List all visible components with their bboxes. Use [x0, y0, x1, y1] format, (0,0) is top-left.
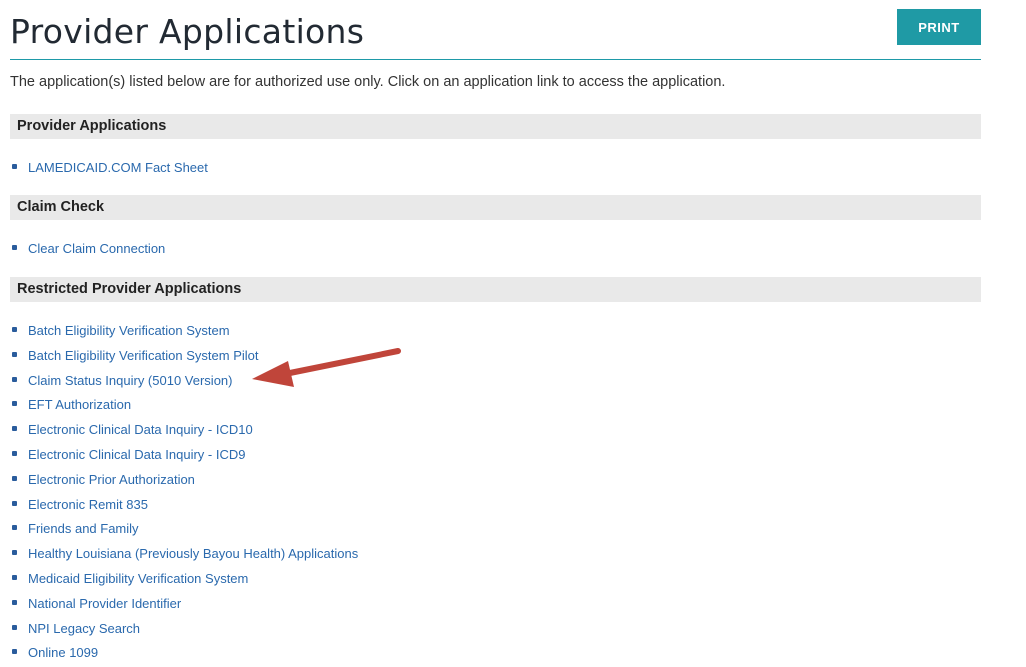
list-item: Electronic Remit 835: [12, 496, 358, 521]
provider-applications-page: Provider Applications PRINT The applicat…: [0, 0, 1026, 667]
clinical-data-icd9-link[interactable]: Electronic Clinical Data Inquiry - ICD9: [28, 447, 245, 462]
bullet-icon: [12, 401, 17, 407]
bullet-icon: [12, 550, 17, 556]
list-item: Electronic Clinical Data Inquiry - ICD9: [12, 446, 358, 471]
bullet-icon: [12, 450, 17, 456]
list-item: Electronic Prior Authorization: [12, 471, 358, 496]
red-arrow-icon: [252, 348, 401, 387]
bullet-icon: [12, 500, 17, 506]
bullet-icon: [12, 327, 17, 332]
intro-text: The application(s) listed below are for …: [10, 74, 726, 90]
claim-check-list: Clear Claim Connection: [12, 240, 165, 265]
section-title: Restricted Provider Applications: [17, 281, 242, 297]
section-title: Claim Check: [17, 199, 105, 215]
bullet-icon: [12, 426, 17, 432]
batch-eligibility-pilot-link[interactable]: Batch Eligibility Verification System Pi…: [28, 348, 258, 363]
bullet-icon: [12, 475, 17, 481]
list-item: Friends and Family: [12, 520, 358, 545]
bullet-icon: [12, 599, 17, 605]
list-item: Electronic Clinical Data Inquiry - ICD10: [12, 421, 358, 446]
list-item: Clear Claim Connection: [12, 240, 165, 265]
bullet-icon: [12, 376, 17, 382]
bullet-icon: [12, 164, 17, 169]
print-button[interactable]: PRINT: [897, 9, 981, 45]
list-item: National Provider Identifier: [12, 595, 358, 620]
medicaid-eligibility-link[interactable]: Medicaid Eligibility Verification System: [28, 571, 248, 586]
batch-eligibility-link[interactable]: Batch Eligibility Verification System: [28, 323, 230, 338]
healthy-louisiana-link[interactable]: Healthy Louisiana (Previously Bayou Heal…: [28, 546, 358, 561]
list-item: Batch Eligibility Verification System: [12, 322, 358, 347]
npi-legacy-search-link[interactable]: NPI Legacy Search: [28, 621, 140, 636]
provider-applications-list: LAMEDICAID.COM Fact Sheet: [12, 159, 208, 184]
list-item: Healthy Louisiana (Previously Bayou Heal…: [12, 545, 358, 570]
online-1099-link[interactable]: Online 1099: [28, 645, 98, 660]
friends-and-family-link[interactable]: Friends and Family: [28, 521, 139, 536]
section-header-restricted-provider-applications: Restricted Provider Applications: [10, 277, 981, 302]
bullet-icon: [12, 574, 17, 580]
list-item: NPI Legacy Search: [12, 620, 358, 645]
bullet-icon: [12, 351, 17, 357]
page-title: Provider Applications: [10, 12, 365, 51]
claim-status-inquiry-link[interactable]: Claim Status Inquiry (5010 Version): [28, 373, 232, 388]
section-title: Provider Applications: [17, 118, 167, 134]
clinical-data-icd10-link[interactable]: Electronic Clinical Data Inquiry - ICD10: [28, 422, 253, 437]
page-header: Provider Applications PRINT: [10, 0, 981, 60]
list-item: EFT Authorization: [12, 396, 358, 421]
list-item: LAMEDICAID.COM Fact Sheet: [12, 159, 208, 184]
national-provider-identifier-link[interactable]: National Provider Identifier: [28, 596, 181, 611]
electronic-prior-authorization-link[interactable]: Electronic Prior Authorization: [28, 472, 195, 487]
bullet-icon: [12, 624, 17, 630]
list-item: Online 1099: [12, 644, 358, 667]
bullet-icon: [12, 649, 17, 655]
bullet-icon: [12, 525, 17, 531]
eft-authorization-link[interactable]: EFT Authorization: [28, 397, 131, 412]
bullet-icon: [12, 245, 17, 250]
clear-claim-connection-link[interactable]: Clear Claim Connection: [28, 241, 165, 256]
section-header-claim-check: Claim Check: [10, 195, 981, 220]
electronic-remit-835-link[interactable]: Electronic Remit 835: [28, 497, 148, 512]
list-item: Medicaid Eligibility Verification System: [12, 570, 358, 595]
lamedicaid-fact-sheet-link[interactable]: LAMEDICAID.COM Fact Sheet: [28, 160, 208, 175]
section-header-provider-applications: Provider Applications: [10, 114, 981, 139]
